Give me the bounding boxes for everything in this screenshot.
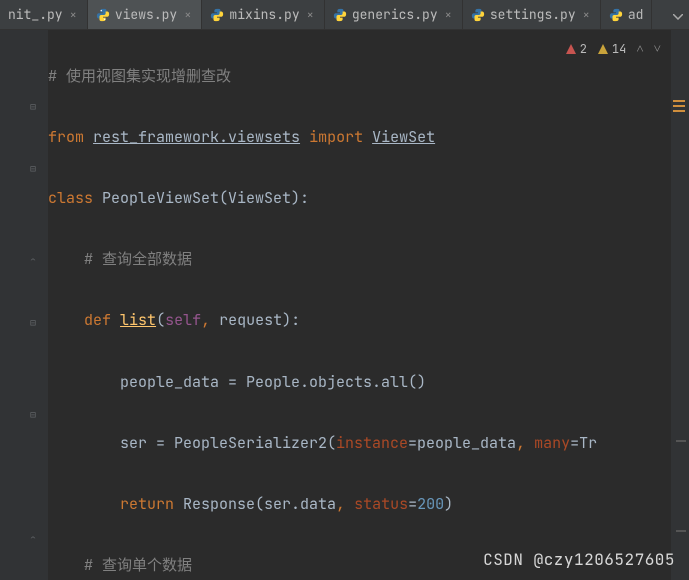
tabs-overflow-button[interactable] <box>667 5 689 25</box>
code-token: , <box>201 310 219 330</box>
fold-region-icon[interactable]: ⊟ <box>30 316 36 329</box>
error-count[interactable]: 2 <box>565 41 587 57</box>
code-token: PeopleViewSet(ViewSet): <box>102 188 309 208</box>
code-token: ) <box>444 494 453 514</box>
tab-init-py[interactable]: nit_.py × <box>0 0 88 29</box>
python-file-icon <box>609 8 623 22</box>
close-icon[interactable]: × <box>182 7 193 23</box>
gutter: ⊟ ⊟ ⌃ ⊟ ⊟ ⌃ <box>0 30 48 580</box>
tab-label: nit_.py <box>8 6 63 23</box>
code-token: self <box>165 310 201 330</box>
close-icon[interactable]: × <box>68 7 79 23</box>
fold-region-icon[interactable]: ⊟ <box>30 100 36 113</box>
close-icon[interactable]: × <box>581 7 592 23</box>
code-token: rest_framework.viewsets <box>93 127 300 147</box>
code-token: import <box>309 127 363 147</box>
fold-region-icon[interactable]: ⊟ <box>30 162 36 175</box>
warning-triangle-icon <box>565 43 577 55</box>
code-token: = <box>408 494 417 514</box>
fold-region-icon[interactable]: ⊟ <box>30 408 36 421</box>
code-token: , <box>516 433 534 453</box>
warning-triangle-icon <box>597 43 609 55</box>
code-token: ( <box>156 310 165 330</box>
code-token: # 查询全部数据 <box>84 249 192 269</box>
tab-label: views.py <box>115 6 177 23</box>
code-token: list <box>120 310 156 330</box>
code-token: def <box>84 310 111 330</box>
end-block-icon[interactable]: ⌃ <box>30 254 36 267</box>
stripe-mark[interactable] <box>676 440 686 442</box>
python-file-icon <box>96 8 110 22</box>
code-editor[interactable]: # 使用视图集实现增删查改 from rest_framework.viewse… <box>48 30 671 580</box>
tab-generics-py[interactable]: generics.py × <box>325 0 463 29</box>
code-token: from <box>48 127 84 147</box>
python-file-icon <box>210 8 224 22</box>
code-token: status <box>354 494 408 514</box>
next-highlight-button[interactable]: ˅ <box>654 40 661 57</box>
tab-mixins-py[interactable]: mixins.py × <box>202 0 324 29</box>
code-token: Response(ser.data <box>174 494 336 514</box>
code-token: # 使用视图集实现增删查改 <box>48 66 231 86</box>
code-token: =Tr <box>570 433 597 453</box>
code-token: , <box>336 494 354 514</box>
code-token: ser = PeopleSerializer2( <box>120 433 336 453</box>
chevron-down-icon <box>673 14 683 20</box>
code-token: # 查询单个数据 <box>84 555 192 575</box>
tab-label: ad <box>628 6 644 23</box>
code-token: request): <box>219 310 300 330</box>
code-token: 200 <box>417 494 444 514</box>
code-token: class <box>48 188 93 208</box>
tab-ad-py[interactable]: ad <box>601 0 653 29</box>
tabs-bar: nit_.py × views.py × mixins.py × generic… <box>0 0 689 30</box>
close-icon[interactable]: × <box>443 7 454 23</box>
close-icon[interactable]: × <box>305 7 316 23</box>
code-token: many <box>534 433 570 453</box>
hamburger-icon[interactable] <box>673 100 685 112</box>
error-stripe[interactable] <box>671 30 689 580</box>
prev-highlight-button[interactable]: ˄ <box>636 40 643 57</box>
code-token: ViewSet <box>372 127 435 147</box>
python-file-icon <box>333 8 347 22</box>
tab-label: generics.py <box>352 6 438 23</box>
code-token: instance <box>336 433 408 453</box>
stripe-mark[interactable] <box>676 530 686 532</box>
inspection-status: 2 14 ˄ ˅ <box>565 40 661 57</box>
tab-label: settings.py <box>490 6 576 23</box>
end-block-icon[interactable]: ⌃ <box>30 532 36 545</box>
python-file-icon <box>471 8 485 22</box>
code-token: people_data = People.objects.all() <box>120 372 426 392</box>
tab-label: mixins.py <box>229 6 299 23</box>
tab-settings-py[interactable]: settings.py × <box>463 0 601 29</box>
code-token: =people_data <box>408 433 516 453</box>
tab-views-py[interactable]: views.py × <box>88 0 203 29</box>
warning-count[interactable]: 14 <box>597 41 626 57</box>
code-token: return <box>120 494 174 514</box>
